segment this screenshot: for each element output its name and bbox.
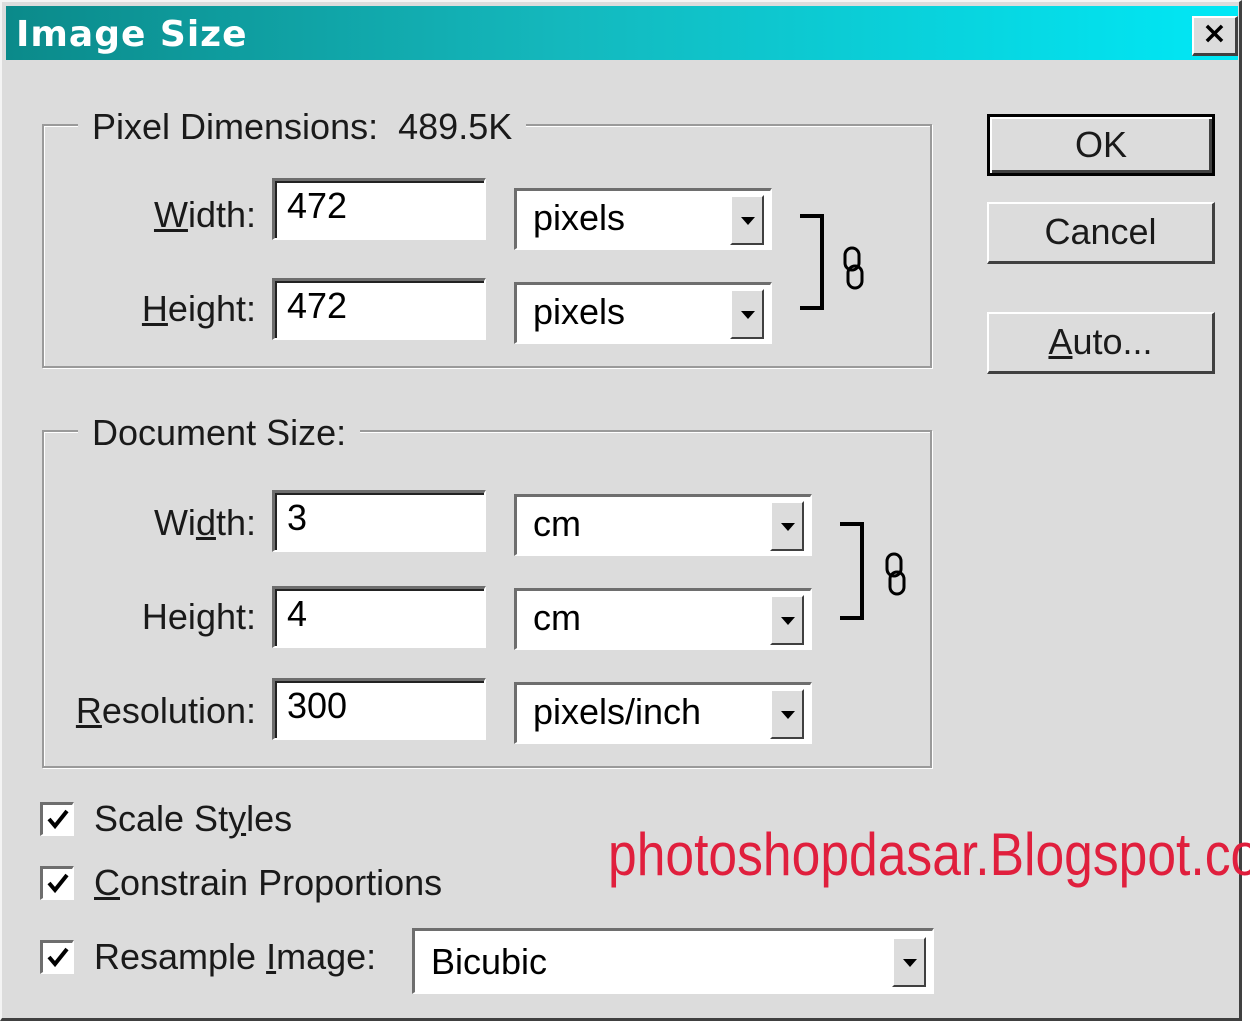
dialog-title: Image Size (16, 14, 248, 55)
resolution-input[interactable]: 300 (272, 678, 486, 740)
doc-height-input[interactable]: 4 (272, 586, 486, 648)
dropdown-arrow-icon[interactable] (770, 595, 804, 645)
chain-link-icon (843, 246, 864, 290)
pixel-dimensions-legend: Pixel Dimensions: 489.5K (78, 106, 527, 148)
constrain-proportions-checkbox[interactable] (40, 866, 74, 900)
doc-height-unit-select[interactable]: cm (514, 588, 812, 650)
resolution-unit-value: pixels/inch (533, 691, 702, 732)
scale-styles-label[interactable]: Scale Styles (94, 798, 292, 840)
watermark-text: photoshopdasar.Blogspot.com (608, 821, 1250, 888)
dropdown-arrow-icon[interactable] (730, 289, 764, 339)
pixel-height-unit-value: pixels (533, 291, 626, 332)
image-size-dialog: Image Size × Pixel Dimensions: 489.5K Wi… (0, 0, 1250, 1021)
dropdown-arrow-icon[interactable] (892, 937, 926, 987)
doc-width-unit-value: cm (533, 503, 581, 544)
document-size-legend: Document Size: (78, 412, 361, 454)
resample-method-value: Bicubic (431, 941, 548, 982)
resolution-label: Resolution: (75, 690, 256, 731)
doc-width-input[interactable]: 3 (272, 490, 486, 552)
doc-width-label: Width: (153, 502, 256, 543)
close-button[interactable]: × (1192, 16, 1238, 56)
pixel-dimensions-label: Pixel Dimensions: (92, 106, 379, 147)
pixel-width-unit-select[interactable]: pixels (514, 188, 772, 250)
pixel-link-bracket (800, 214, 824, 310)
document-link-bracket (840, 522, 864, 620)
dropdown-arrow-icon[interactable] (770, 689, 804, 739)
checkmark-icon (47, 947, 69, 968)
pixel-dimensions-group (42, 124, 932, 368)
pixel-height-input[interactable]: 472 (272, 278, 486, 340)
pixel-dimensions-size: 489.5K (398, 106, 513, 147)
checkmark-icon (47, 809, 69, 830)
chain-link-icon (885, 552, 906, 596)
title-bar[interactable]: Image Size × (6, 6, 1238, 60)
dropdown-arrow-icon[interactable] (730, 195, 764, 245)
close-icon: × (1201, 16, 1228, 51)
resample-image-checkbox[interactable] (40, 940, 74, 974)
resample-method-select[interactable]: Bicubic (412, 928, 934, 994)
scale-styles-checkbox[interactable] (40, 802, 74, 836)
dropdown-arrow-icon[interactable] (770, 501, 804, 551)
pixel-width-unit-value: pixels (533, 197, 626, 238)
pixel-width-input[interactable]: 472 (272, 178, 486, 240)
doc-width-unit-select[interactable]: cm (514, 494, 812, 556)
constrain-proportions-label[interactable]: Constrain Proportions (94, 862, 442, 904)
auto-button[interactable]: Auto... (987, 312, 1215, 374)
pixel-height-label: Height: (141, 288, 256, 329)
checkmark-icon (47, 873, 69, 894)
pixel-width-label: Width: (153, 194, 256, 235)
resolution-unit-select[interactable]: pixels/inch (514, 682, 812, 744)
ok-button[interactable]: OK (987, 114, 1215, 176)
resample-image-label[interactable]: Resample Image: (94, 936, 376, 978)
doc-height-unit-value: cm (533, 597, 581, 638)
pixel-height-unit-select[interactable]: pixels (514, 282, 772, 344)
doc-height-label: Height: (141, 596, 256, 637)
cancel-button[interactable]: Cancel (987, 202, 1215, 264)
